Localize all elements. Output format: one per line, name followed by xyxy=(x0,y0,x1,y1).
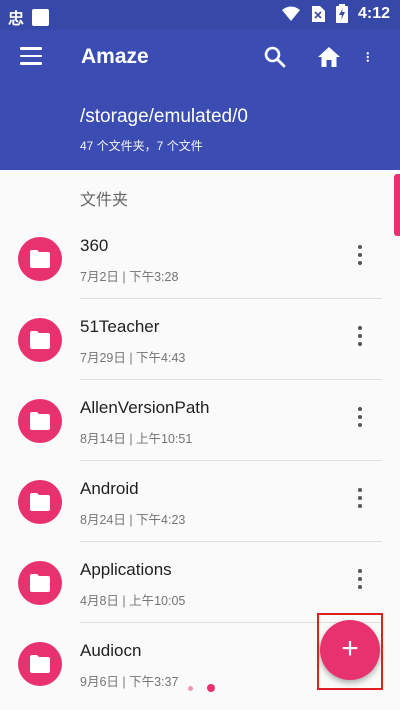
battery-charging-icon xyxy=(335,4,348,23)
item-date: 7月29日 | 下午4:43 xyxy=(80,351,186,365)
folder-icon xyxy=(18,642,62,686)
highlight-box xyxy=(317,613,383,690)
menu-icon[interactable] xyxy=(20,47,42,65)
folder-icon xyxy=(18,561,62,605)
phone-screen: 忠 4:12 Amaze /storage/emulated/0 47 个文件夹… xyxy=(0,0,400,710)
page-dot xyxy=(188,686,193,691)
notification-square-icon xyxy=(32,8,50,26)
folder-icon xyxy=(18,399,62,443)
wifi-icon xyxy=(281,6,300,21)
item-date: 4月8日 | 上午10:05 xyxy=(80,594,186,608)
folder-icon xyxy=(18,318,62,362)
status-bar: 忠 4:12 xyxy=(0,0,400,30)
list-item[interactable]: 51Teacher 7月29日 | 下午4:43 xyxy=(0,299,400,380)
item-more-icon[interactable] xyxy=(354,569,366,595)
folder-icon xyxy=(18,480,62,524)
current-path[interactable]: /storage/emulated/0 xyxy=(80,106,248,128)
item-name: 360 xyxy=(80,236,109,255)
item-more-icon[interactable] xyxy=(354,245,366,271)
status-left: 忠 xyxy=(8,5,50,29)
item-date: 8月14日 | 上午10:51 xyxy=(80,432,193,446)
list-item[interactable]: AllenVersionPath 8月14日 | 上午10:51 xyxy=(0,380,400,461)
item-count: 47 个文件夹，7 个文件 xyxy=(80,139,203,153)
item-more-icon[interactable] xyxy=(354,407,366,433)
notification-glyph: 忠 xyxy=(8,11,25,28)
more-vert-icon[interactable] xyxy=(365,44,377,70)
item-date: 8月24日 | 下午4:23 xyxy=(80,513,186,527)
clock: 4:12 xyxy=(357,4,390,22)
section-title: 文件夹 xyxy=(80,192,129,209)
item-date: 9月6日 | 下午3:37 xyxy=(80,675,179,689)
page-dot xyxy=(207,684,215,692)
search-icon[interactable] xyxy=(262,44,288,70)
item-name: Android xyxy=(80,479,139,498)
item-name: Audiocn xyxy=(80,641,142,660)
item-more-icon[interactable] xyxy=(354,326,366,352)
status-right: 4:12 xyxy=(281,4,390,23)
item-name: AllenVersionPath xyxy=(80,398,210,417)
no-sim-icon xyxy=(311,5,325,22)
item-name: 51Teacher xyxy=(80,317,160,336)
list-item[interactable]: Applications 4月8日 | 上午10:05 xyxy=(0,542,400,623)
list-item[interactable]: 360 7月2日 | 下午3:28 xyxy=(0,218,400,299)
item-more-icon[interactable] xyxy=(354,488,366,514)
item-name: Applications xyxy=(80,560,172,579)
home-icon[interactable] xyxy=(316,44,342,70)
list-item[interactable]: Android 8月24日 | 下午4:23 xyxy=(0,461,400,542)
app-title: Amaze xyxy=(81,45,149,68)
app-bar: Amaze xyxy=(0,30,400,86)
item-date: 7月2日 | 下午3:28 xyxy=(80,270,179,284)
folder-icon xyxy=(18,237,62,281)
path-header: /storage/emulated/0 47 个文件夹，7 个文件 xyxy=(0,86,400,170)
